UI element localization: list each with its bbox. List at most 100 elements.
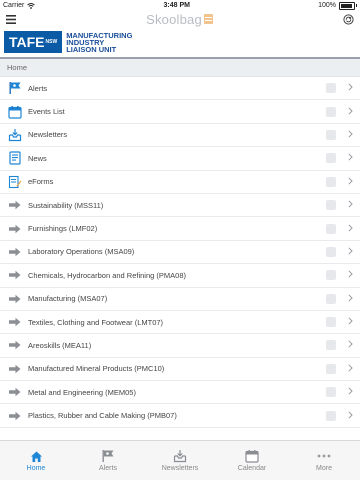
arrow-right-icon	[8, 222, 22, 236]
tab-more[interactable]: More	[288, 441, 360, 480]
battery-cap	[355, 4, 357, 7]
tab-label: Calendar	[237, 465, 267, 472]
list-item[interactable]: Chemicals, Hydrocarbon and Refining (PMA…	[0, 264, 360, 288]
chevron-right-icon	[345, 83, 355, 93]
news-icon	[8, 151, 22, 165]
tab-newsletters[interactable]: Newsletters	[144, 441, 216, 480]
chevron-right-icon	[345, 223, 355, 234]
tab-alerts[interactable]: Alerts	[72, 441, 144, 480]
list-item[interactable]: Events List	[0, 100, 360, 124]
chevron-right-icon	[345, 270, 355, 280]
arrow-right-icon	[8, 315, 22, 329]
menu-list: Alerts Events List Newsletters News eForms Su…	[0, 77, 360, 428]
list-item-checkbox[interactable]	[326, 293, 336, 304]
list-item-label: Manufacturing (MSA07)	[28, 294, 108, 304]
list-item[interactable]: Areoskills (MEA11)	[0, 334, 360, 358]
tafe-logo: TAFE NSW	[4, 31, 63, 53]
top-bar: Skoolbag	[0, 11, 360, 27]
list-item-checkbox[interactable]	[326, 83, 336, 94]
list-item-checkbox[interactable]	[326, 246, 336, 257]
list-item[interactable]: eForms	[0, 171, 360, 194]
list-item-label: Plastics, Rubber and Cable Making (PMB07…	[28, 411, 177, 421]
arrow-right-icon	[8, 362, 22, 376]
list-item-label: Events List	[28, 107, 65, 117]
list-item-checkbox[interactable]	[326, 153, 336, 164]
list-item[interactable]: Laboratory Operations (MSA09)	[0, 241, 360, 265]
chevron-right-icon	[345, 153, 355, 163]
chevron-right-icon	[345, 247, 355, 257]
list-item[interactable]: News	[0, 147, 360, 171]
list-item-label: Chemicals, Hydrocarbon and Refining (PMA…	[28, 270, 186, 280]
list-item-label: Furnishings (LMF02)	[28, 224, 98, 234]
tab-bar: Home Alerts Newsletters Calendar More	[0, 440, 360, 480]
arrow-right-icon	[8, 245, 22, 259]
list-item-checkbox[interactable]	[326, 270, 336, 281]
flag-icon	[8, 81, 22, 95]
list-item[interactable]: Sustainability (MSS11)	[0, 194, 360, 218]
tab-label: Alerts	[99, 465, 117, 472]
menu-icon[interactable]	[6, 14, 16, 24]
tafe-logo-sub: NSW	[45, 39, 58, 45]
arrow-right-icon	[8, 385, 22, 399]
list-item-label: Newsletters	[28, 130, 68, 140]
org-unit-name: Manufacturing Industry Liaison Unit	[66, 31, 132, 54]
wifi-icon	[27, 2, 36, 9]
list-item[interactable]: Manufacturing (MSA07)	[0, 288, 360, 311]
status-time: 3:48 PM	[163, 2, 190, 9]
refresh-icon[interactable]	[343, 13, 354, 25]
org-header: TAFE NSW Manufacturing Industry Liaison …	[0, 27, 360, 59]
newsletter-icon	[173, 449, 187, 463]
list-item[interactable]: Furnishings (LMF02)	[0, 217, 360, 241]
carrier-label: Carrier	[3, 2, 25, 9]
list-item-label: Manufactured Mineral Products (PMC10)	[28, 364, 165, 374]
brand-name: Skoolbag	[146, 11, 202, 27]
flag-icon	[101, 449, 115, 463]
list-item-checkbox[interactable]	[326, 317, 336, 328]
list-item-checkbox[interactable]	[326, 129, 336, 140]
tab-home[interactable]: Home	[0, 441, 72, 480]
list-item-checkbox[interactable]	[326, 176, 336, 187]
list-item-checkbox[interactable]	[326, 410, 336, 421]
brand-bag-icon	[203, 14, 213, 24]
chevron-right-icon	[345, 130, 355, 140]
list-item[interactable]: Alerts	[0, 77, 360, 101]
list-item[interactable]: Manufactured Mineral Products (PMC10)	[0, 358, 360, 382]
list-item-label: Areoskills (MEA11)	[28, 340, 92, 350]
brand-logo: Skoolbag	[146, 12, 213, 27]
list-item[interactable]: Metal and Engineering (MEM05)	[0, 381, 360, 405]
tab-calendar[interactable]: Calendar	[216, 441, 288, 480]
arrow-right-icon	[8, 338, 22, 352]
breadcrumb: Home	[0, 59, 360, 77]
status-right: 100%	[318, 1, 357, 10]
tab-label: Home	[26, 465, 46, 472]
home-icon	[30, 449, 43, 463]
list-item-checkbox[interactable]	[326, 106, 336, 117]
list-item[interactable]: Newsletters	[0, 124, 360, 148]
list-item-checkbox[interactable]	[326, 200, 336, 211]
list-item[interactable]: Plastics, Rubber and Cable Making (PMB07…	[0, 404, 360, 428]
chevron-right-icon	[345, 387, 355, 397]
newsletter-icon	[8, 128, 22, 142]
status-left: Carrier	[3, 2, 36, 9]
arrow-right-icon	[8, 268, 22, 282]
arrow-right-icon	[8, 292, 22, 306]
chevron-right-icon	[345, 177, 355, 187]
eforms-icon	[8, 175, 22, 189]
chevron-right-icon	[345, 411, 355, 421]
calendar-icon	[245, 449, 259, 463]
list-item-label: Textiles, Clothing and Footwear (LMT07)	[28, 317, 164, 327]
chevron-right-icon	[345, 107, 355, 117]
tafe-logo-text: TAFE	[9, 34, 45, 50]
chevron-right-icon	[345, 317, 355, 327]
tab-label: Newsletters	[161, 465, 199, 472]
list-item-checkbox[interactable]	[326, 223, 336, 234]
battery-icon	[338, 1, 355, 10]
chevron-right-icon	[345, 340, 355, 350]
arrow-right-icon	[8, 409, 22, 423]
list-item-checkbox[interactable]	[326, 340, 336, 351]
list-item[interactable]: Textiles, Clothing and Footwear (LMT07)	[0, 311, 360, 335]
list-item-label: Alerts	[28, 83, 48, 93]
list-item-checkbox[interactable]	[326, 387, 336, 398]
list-item-checkbox[interactable]	[326, 363, 336, 374]
unit-line-3: Liaison Unit	[66, 44, 117, 54]
